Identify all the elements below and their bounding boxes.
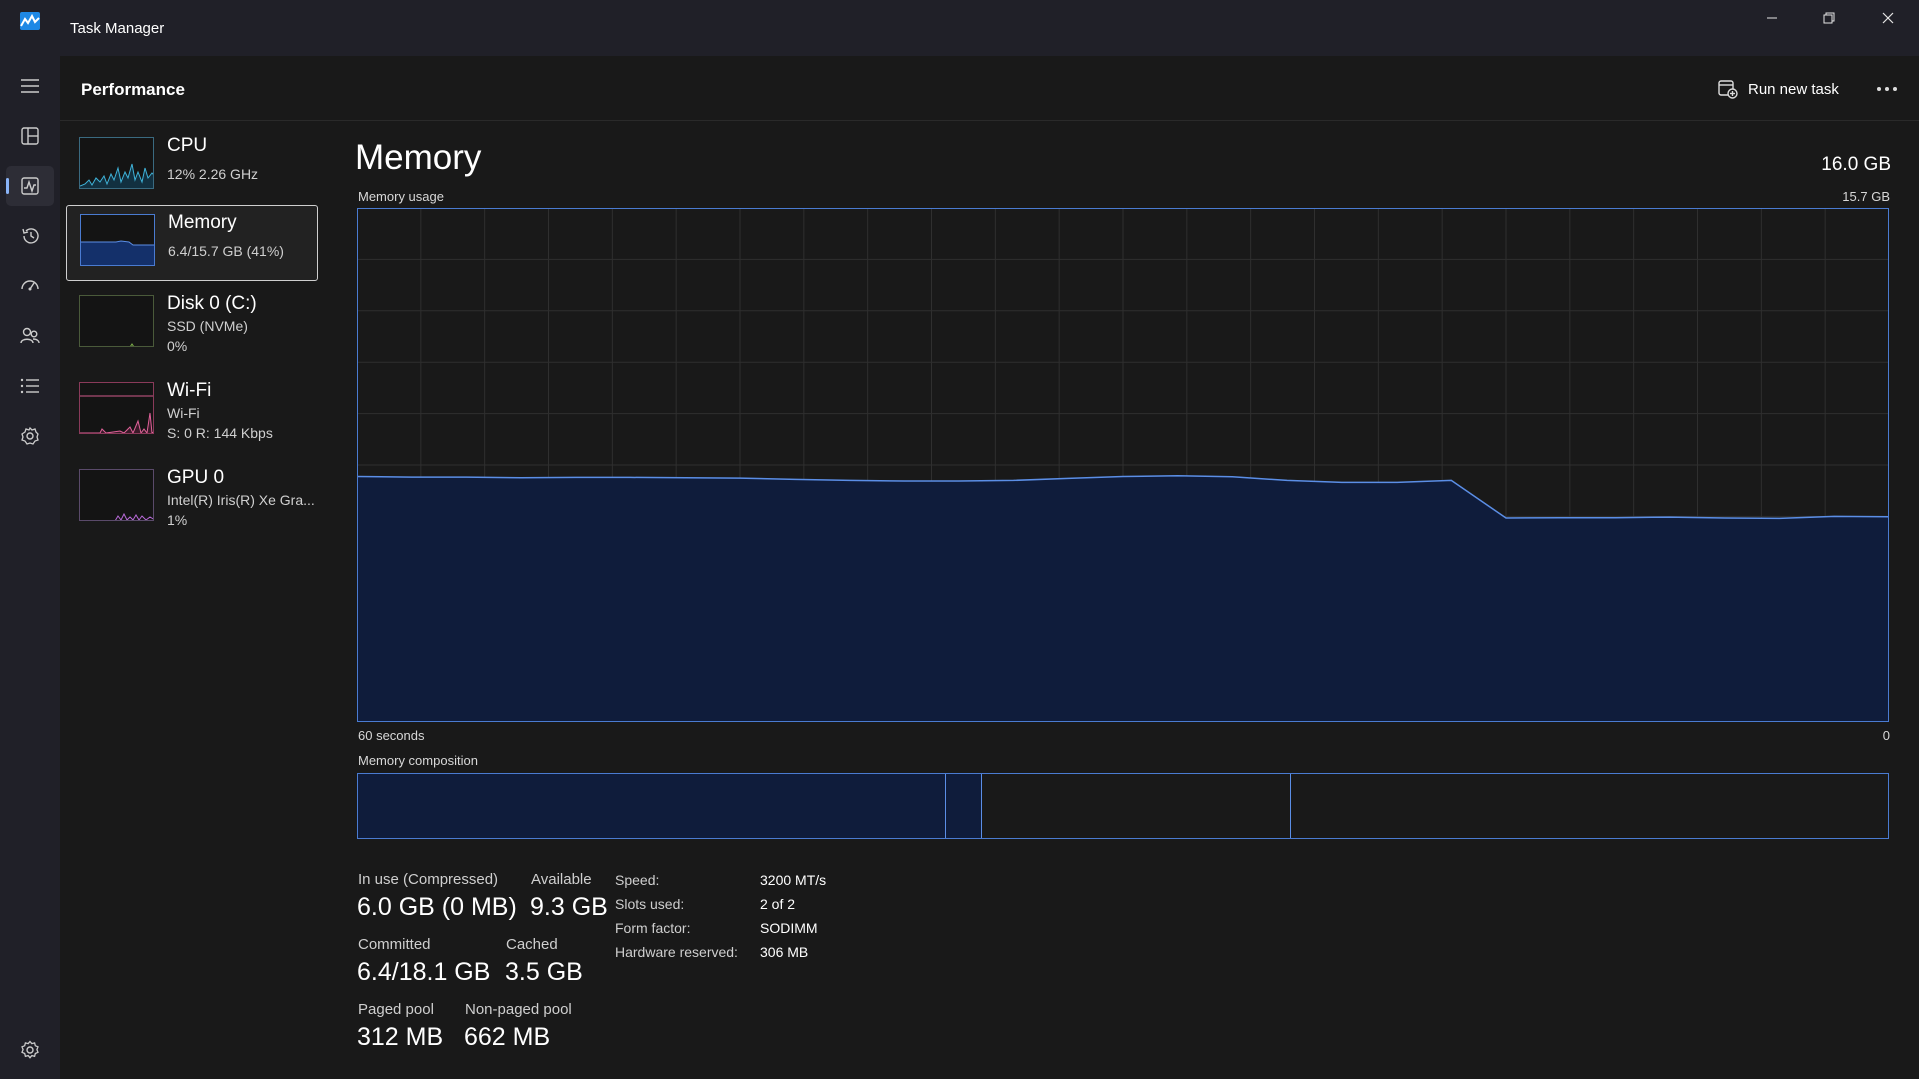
non-paged-pool-label: Non-paged pool bbox=[465, 1001, 572, 1018]
in-use-label: In use (Compressed) bbox=[358, 871, 499, 888]
device-cpu[interactable]: CPU 12% 2.26 GHz bbox=[66, 129, 318, 205]
processes-icon bbox=[21, 127, 39, 145]
window-title: Task Manager bbox=[70, 20, 165, 37]
device-wifi[interactable]: Wi-Fi Wi-Fi S: 0 R: 144 Kbps bbox=[66, 374, 318, 450]
memory-usage-max: 15.7 GB bbox=[1842, 189, 1890, 204]
close-button[interactable] bbox=[1859, 0, 1917, 36]
device-detail: Intel(R) Iris(R) Xe Gra... bbox=[167, 492, 315, 508]
nav-services[interactable] bbox=[6, 416, 54, 456]
composition-free bbox=[1291, 774, 1888, 838]
device-name: Disk 0 (C:) bbox=[167, 293, 257, 314]
nav-startup-apps[interactable] bbox=[6, 266, 54, 306]
settings-icon bbox=[21, 1040, 39, 1059]
memory-total: 16.0 GB bbox=[1821, 154, 1891, 175]
device-detail: 6.4/15.7 GB (41%) bbox=[168, 243, 284, 259]
page-title: Performance bbox=[81, 80, 185, 99]
page-header: Performance Run new task bbox=[60, 56, 1919, 121]
device-memory[interactable]: Memory 6.4/15.7 GB (41%) bbox=[66, 205, 318, 281]
nav-performance[interactable] bbox=[6, 166, 54, 206]
device-gpu-0[interactable]: GPU 0 Intel(R) Iris(R) Xe Gra... 1% bbox=[66, 461, 318, 537]
hardware-reserved-value: 306 MB bbox=[760, 944, 809, 960]
form-factor-value: SODIMM bbox=[760, 920, 818, 936]
run-new-task-label: Run new task bbox=[1748, 80, 1839, 98]
run-new-task-button[interactable]: Run new task bbox=[1718, 74, 1839, 104]
minimize-button[interactable] bbox=[1743, 0, 1801, 36]
title-bar: Task Manager bbox=[0, 0, 1919, 56]
more-options-icon bbox=[1877, 87, 1897, 91]
nav-processes[interactable] bbox=[6, 116, 54, 156]
paged-pool-value: 312 MB bbox=[357, 1023, 444, 1051]
memory-thumbnail-graph bbox=[80, 214, 155, 266]
main-title: Memory bbox=[355, 138, 482, 177]
speed-value: 3200 MT/s bbox=[760, 872, 827, 888]
nav-settings[interactable] bbox=[6, 1030, 54, 1070]
device-detail: 12% 2.26 GHz bbox=[167, 166, 259, 182]
form-factor-label: Form factor: bbox=[615, 920, 691, 936]
restore-icon bbox=[1823, 12, 1835, 24]
cpu-thumbnail-graph bbox=[79, 137, 154, 189]
device-disk-0[interactable]: Disk 0 (C:) SSD (NVMe) 0% bbox=[66, 287, 318, 363]
in-use-value: 6.0 GB (0 MB) bbox=[357, 893, 517, 921]
device-name: GPU 0 bbox=[167, 467, 225, 488]
paged-pool-label: Paged pool bbox=[358, 1001, 434, 1018]
committed-value: 6.4/18.1 GB bbox=[357, 958, 491, 986]
device-name: CPU bbox=[167, 135, 208, 156]
cached-label: Cached bbox=[506, 936, 558, 953]
close-icon bbox=[1882, 12, 1894, 24]
minimize-icon bbox=[1767, 17, 1777, 19]
composition-standby bbox=[982, 774, 1292, 838]
performance-icon bbox=[21, 177, 39, 195]
device-throughput: S: 0 R: 144 Kbps bbox=[167, 425, 273, 441]
restore-button[interactable] bbox=[1800, 0, 1858, 36]
hardware-reserved-label: Hardware reserved: bbox=[615, 944, 738, 960]
task-manager-app-icon bbox=[20, 12, 40, 30]
device-detail: SSD (NVMe) bbox=[167, 318, 248, 334]
memory-usage-label: Memory usage bbox=[358, 189, 444, 204]
time-axis-right: 0 bbox=[1882, 728, 1890, 743]
composition-in-use bbox=[358, 774, 946, 838]
memory-usage-graph bbox=[357, 208, 1889, 722]
users-icon bbox=[20, 327, 40, 344]
device-name: Memory bbox=[168, 212, 237, 233]
speed-label: Speed: bbox=[615, 872, 660, 888]
run-new-task-icon bbox=[1718, 80, 1738, 99]
cached-value: 3.5 GB bbox=[505, 958, 583, 986]
memory-composition-label: Memory composition bbox=[358, 753, 478, 768]
disk-thumbnail-graph bbox=[79, 295, 154, 347]
memory-composition-bar bbox=[357, 773, 1889, 839]
slots-used-value: 2 of 2 bbox=[760, 896, 796, 912]
nav-users[interactable] bbox=[6, 316, 54, 356]
details-icon bbox=[20, 378, 39, 394]
device-detail: Wi-Fi bbox=[167, 405, 200, 421]
more-options-button[interactable] bbox=[1872, 76, 1902, 102]
navigation-rail bbox=[0, 56, 60, 1079]
menu-icon bbox=[21, 79, 39, 93]
composition-modified bbox=[945, 774, 983, 838]
services-icon bbox=[21, 426, 39, 445]
non-paged-pool-value: 662 MB bbox=[464, 1023, 551, 1051]
memory-usage-area bbox=[357, 475, 1889, 722]
app-history-icon bbox=[22, 228, 39, 244]
device-name: Wi-Fi bbox=[167, 380, 212, 401]
device-usage: 0% bbox=[167, 338, 188, 354]
wifi-thumbnail-graph bbox=[79, 382, 154, 434]
nav-details[interactable] bbox=[6, 366, 54, 406]
time-axis-left: 60 seconds bbox=[358, 728, 425, 743]
startup-apps-icon bbox=[21, 280, 39, 291]
committed-label: Committed bbox=[358, 936, 431, 953]
hamburger-menu-button[interactable] bbox=[6, 66, 54, 106]
nav-app-history[interactable] bbox=[6, 216, 54, 256]
device-usage: 1% bbox=[167, 512, 188, 528]
slots-used-label: Slots used: bbox=[615, 896, 685, 912]
available-label: Available bbox=[531, 871, 592, 888]
available-value: 9.3 GB bbox=[530, 893, 608, 921]
gpu-thumbnail-graph bbox=[79, 469, 154, 521]
